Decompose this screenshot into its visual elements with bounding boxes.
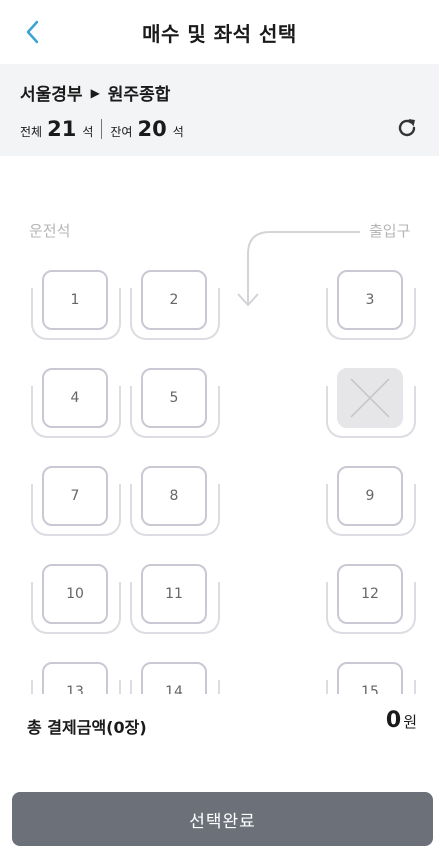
seat-cushion: 5 bbox=[141, 368, 207, 428]
seat-cushion: 1 bbox=[42, 270, 108, 330]
seat[interactable]: 5 bbox=[130, 368, 220, 438]
seat[interactable]: 2 bbox=[130, 270, 220, 340]
seat[interactable]: 1 bbox=[31, 270, 121, 340]
seat-number: 4 bbox=[70, 390, 80, 406]
total-unit: 석 bbox=[82, 125, 94, 139]
route: 서울경부 ▶ 원주종합 bbox=[20, 80, 170, 105]
currency-unit: 원 bbox=[403, 713, 417, 731]
seat-cushion: 4 bbox=[42, 368, 108, 428]
total-label: 전체 bbox=[20, 125, 43, 139]
refresh-icon bbox=[398, 119, 416, 137]
route-panel: 서울경부 ▶ 원주종합 전체 21 석 잔여 20 석 bbox=[0, 64, 439, 156]
divider bbox=[101, 119, 103, 139]
seat-number: 12 bbox=[361, 586, 379, 602]
seat-number: 11 bbox=[165, 586, 183, 602]
seat-cushion: 10 bbox=[42, 564, 108, 624]
seat-cushion: 13 bbox=[42, 662, 108, 694]
seat-number: 2 bbox=[169, 292, 179, 308]
seat-number: 9 bbox=[365, 488, 375, 504]
seat-number: 13 bbox=[66, 684, 84, 694]
payment-summary: 총 결제금액(0장) 0 원 bbox=[0, 694, 439, 758]
page-title: 매수 및 좌석 선택 bbox=[142, 22, 297, 46]
seat[interactable]: 15 bbox=[326, 662, 416, 694]
seat-cushion: 14 bbox=[141, 662, 207, 694]
total-price-value: 0 bbox=[385, 708, 402, 733]
seat[interactable]: 13 bbox=[31, 662, 121, 694]
total-count: 21 bbox=[47, 117, 77, 141]
seat-cushion: 3 bbox=[337, 270, 403, 330]
seat-number: 10 bbox=[66, 586, 84, 602]
seat-cushion: 8 bbox=[141, 466, 207, 526]
route-destination: 원주종합 bbox=[107, 85, 171, 105]
driver-seat-label: 운전석 bbox=[29, 222, 71, 240]
seat[interactable]: 9 bbox=[326, 466, 416, 536]
seat-number: 8 bbox=[169, 488, 179, 504]
seat[interactable]: 10 bbox=[31, 564, 121, 634]
seat-number: 5 bbox=[169, 390, 179, 406]
seat[interactable]: 8 bbox=[130, 466, 220, 536]
total-price: 0 원 bbox=[386, 708, 417, 733]
seat[interactable]: 7 bbox=[31, 466, 121, 536]
entrance-label: 출입구 bbox=[369, 222, 411, 240]
seat-cushion: 2 bbox=[141, 270, 207, 330]
seat-cushion: 7 bbox=[42, 466, 108, 526]
remaining-count: 20 bbox=[137, 117, 167, 141]
seat-cushion: 11 bbox=[141, 564, 207, 624]
confirm-selection-button[interactable]: 선택완료 bbox=[12, 792, 433, 846]
seat[interactable]: 11 bbox=[130, 564, 220, 634]
seat[interactable]: 12 bbox=[326, 564, 416, 634]
refresh-button[interactable] bbox=[395, 116, 419, 140]
route-origin: 서울경부 bbox=[20, 85, 83, 105]
seat-cushion: 15 bbox=[337, 662, 403, 694]
header: 매수 및 좌석 선택 bbox=[0, 0, 439, 64]
seat[interactable]: 3 bbox=[326, 270, 416, 340]
unavailable-x-icon bbox=[350, 378, 390, 418]
seat-number: 3 bbox=[365, 292, 375, 308]
seat-cushion bbox=[337, 368, 403, 428]
seat-cushion: 9 bbox=[337, 466, 403, 526]
seat-number: 1 bbox=[70, 292, 80, 308]
remaining-label: 잔여 bbox=[110, 125, 133, 139]
seat[interactable]: 14 bbox=[130, 662, 220, 694]
seat-counts: 전체 21 석 잔여 20 석 bbox=[20, 117, 184, 141]
seat-number: 14 bbox=[165, 684, 183, 694]
arrow-right-icon: ▶ bbox=[90, 85, 100, 100]
total-price-label: 총 결제금액(0장) bbox=[27, 718, 147, 737]
seat-map: 운전석 출입구 1 2 3 4 5 7 8 9 10 11 12 13 14 15 bbox=[0, 156, 439, 694]
remaining-unit: 석 bbox=[172, 125, 184, 139]
seat-number: 15 bbox=[361, 684, 379, 694]
seat-number: 7 bbox=[70, 488, 80, 504]
seat-cushion: 12 bbox=[337, 564, 403, 624]
seat[interactable]: 4 bbox=[31, 368, 121, 438]
seat-unavailable bbox=[326, 368, 416, 438]
